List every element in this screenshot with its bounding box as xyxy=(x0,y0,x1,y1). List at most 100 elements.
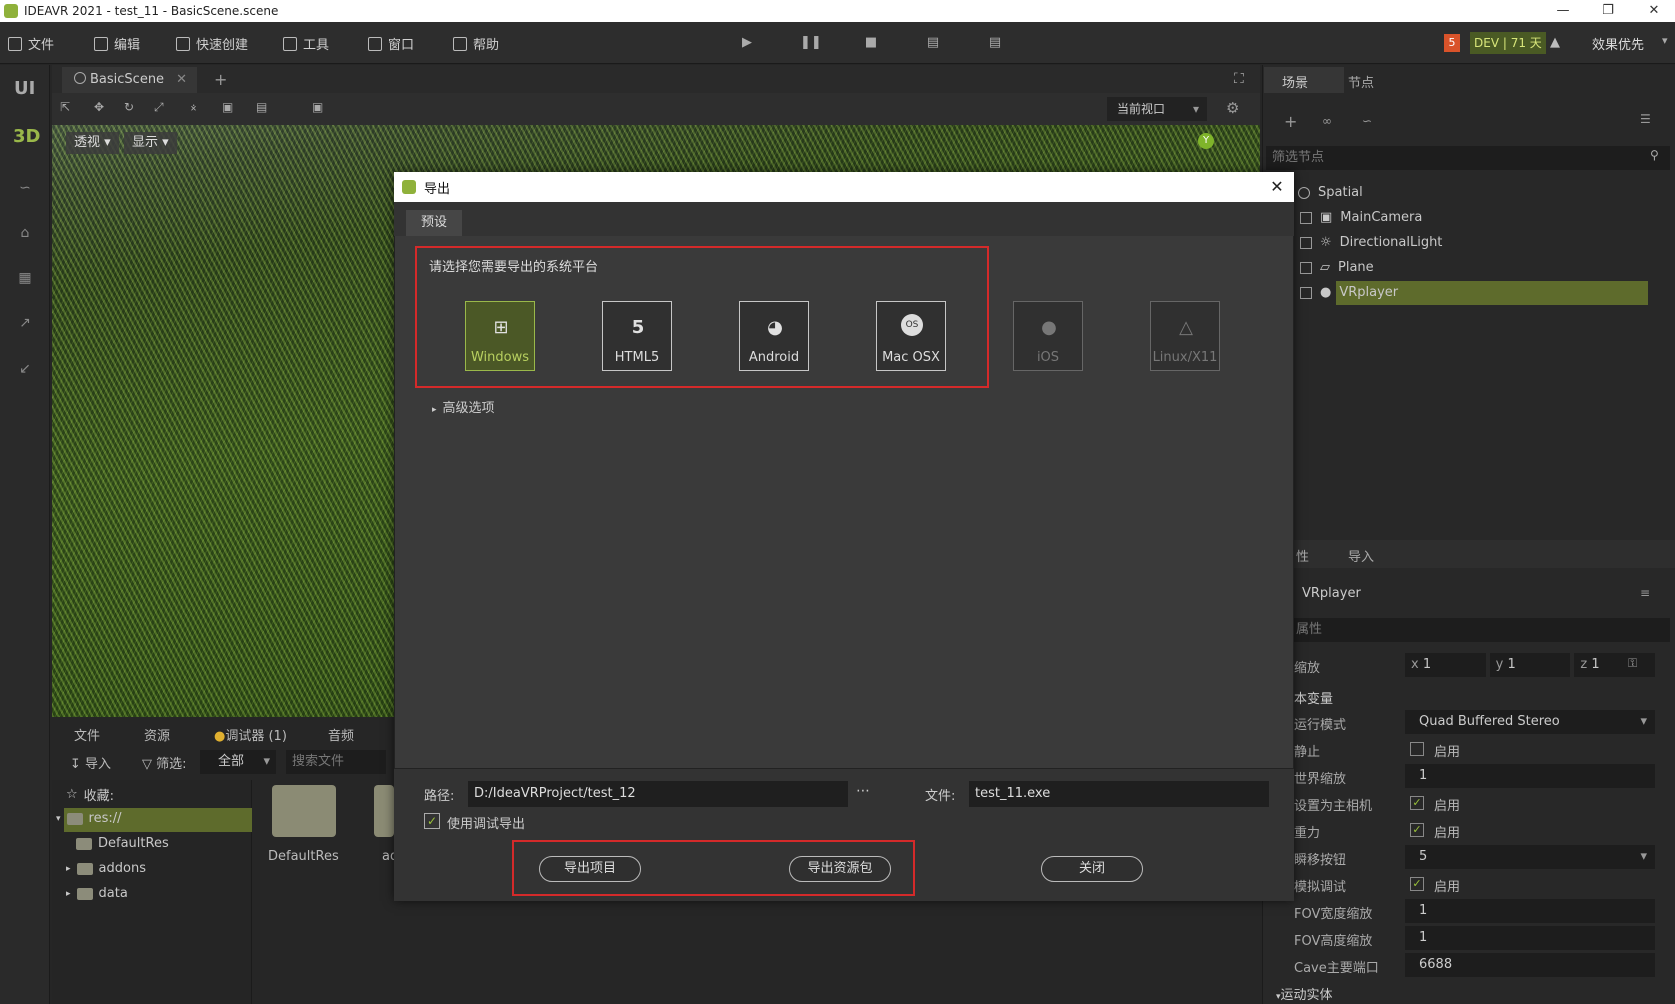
run-mode-select[interactable]: Quad Buffered Stereo ▾ xyxy=(1405,710,1655,734)
export-project-button[interactable]: 导出项目 xyxy=(539,856,641,882)
restore-icon[interactable]: ❐ xyxy=(1598,2,1618,20)
chevron-down-icon[interactable]: ▾ xyxy=(1662,34,1668,47)
export-pack-button[interactable]: 导出资源包 xyxy=(789,856,891,882)
fov-height-input[interactable]: 1 xyxy=(1405,926,1655,950)
settings-card-icon[interactable]: ▦ xyxy=(12,265,38,291)
add-tab-icon[interactable]: + xyxy=(214,70,227,89)
folder-icon[interactable] xyxy=(374,785,394,837)
ui-mode-tab[interactable]: UI xyxy=(14,78,35,99)
folder-icon[interactable] xyxy=(272,785,336,837)
tab-resources[interactable]: 资源 xyxy=(144,725,170,744)
node-spatial[interactable]: Spatial xyxy=(1298,185,1363,200)
node-directionallight[interactable]: ☼ DirectionalLight xyxy=(1300,235,1442,250)
motion-entity-section[interactable]: ▾运动实体 xyxy=(1276,984,1333,1003)
import-icon[interactable]: ↙ xyxy=(12,356,38,382)
3d-mode-tab[interactable]: 3D xyxy=(13,126,40,147)
teleport-button-select[interactable]: 5 ▾ xyxy=(1405,845,1655,869)
tab-preset[interactable]: 预设 xyxy=(406,210,462,236)
tab-audio[interactable]: 音频 xyxy=(328,725,354,744)
gizmo-y-axis-icon[interactable]: Y xyxy=(1198,133,1214,149)
filter-select[interactable]: 全部 ▾ xyxy=(200,750,276,774)
cave-port-input[interactable]: 6688 xyxy=(1405,953,1655,977)
export-path-input[interactable]: D:/IdeaVRProject/test_12 xyxy=(468,781,848,807)
world-scale-input[interactable]: 1 xyxy=(1405,764,1655,788)
layout-icon[interactable]: ▤ xyxy=(256,100,267,114)
browse-path-icon[interactable]: ⋯ xyxy=(853,781,873,807)
visibility-toggle[interactable] xyxy=(1300,286,1312,299)
tab-import[interactable]: 导入 xyxy=(1348,546,1374,565)
scene-tab[interactable]: BasicScene ✕ xyxy=(62,67,197,93)
fullscreen-icon[interactable]: ⛶ xyxy=(1234,71,1244,87)
add-node-icon[interactable]: + xyxy=(1284,112,1297,131)
play-icon[interactable]: ▶ xyxy=(738,34,756,52)
sliders-icon[interactable]: ≡ xyxy=(1640,586,1650,600)
local-space-icon[interactable]: ⨰ xyxy=(190,100,197,115)
quality-selector[interactable]: 效果优先 xyxy=(1592,34,1644,53)
close-button[interactable]: 关闭 xyxy=(1041,856,1143,882)
minimize-icon[interactable]: — xyxy=(1553,2,1573,20)
platform-windows-button[interactable]: ⊞ Windows xyxy=(465,301,535,371)
scale-z-input[interactable]: z 1 xyxy=(1574,653,1656,677)
link-icon[interactable]: ∞ xyxy=(1322,114,1332,128)
display-menu[interactable]: 显示 ▾ xyxy=(124,132,177,154)
scale-tool-icon[interactable]: ⤢ xyxy=(154,100,164,115)
menu-edit[interactable]: 编辑 xyxy=(94,34,140,53)
lock-icon[interactable]: ⚿ xyxy=(1628,656,1637,671)
visibility-toggle[interactable] xyxy=(1300,261,1312,274)
tab-inspector[interactable]: 性 xyxy=(1296,546,1309,565)
menu-tools[interactable]: 工具 xyxy=(283,34,329,53)
pause-icon[interactable]: ❚❚ xyxy=(800,34,822,52)
script-variables-section[interactable]: 本变量 xyxy=(1294,688,1333,707)
tab-node[interactable]: 节点 xyxy=(1348,72,1374,91)
play-custom-scene-icon[interactable]: ▤ xyxy=(986,34,1004,52)
visibility-toggle[interactable] xyxy=(1300,236,1312,249)
viewport-mode-select[interactable]: 当前视口 ▾ xyxy=(1107,97,1207,121)
close-window-icon[interactable]: ✕ xyxy=(1644,2,1664,20)
export-file-input[interactable]: test_11.exe xyxy=(969,781,1269,807)
tree-item-res[interactable]: ▾ res:// xyxy=(56,811,122,826)
menu-icon[interactable]: ☰ xyxy=(1640,112,1651,126)
scale-x-input[interactable]: x 1 xyxy=(1405,653,1486,677)
menu-window[interactable]: 窗口 xyxy=(368,34,414,53)
static-checkbox[interactable] xyxy=(1410,742,1424,756)
simulate-checkbox[interactable]: ✓ xyxy=(1410,877,1424,891)
node-maincamera[interactable]: ▣ MainCamera xyxy=(1300,210,1422,225)
node-vrplayer[interactable]: ● VRplayer xyxy=(1300,285,1398,300)
stop-icon[interactable]: ■ xyxy=(862,34,880,52)
tab-debugger[interactable]: ●调试器 (1) xyxy=(214,725,287,744)
advanced-options-toggle[interactable]: ▸ 高级选项 xyxy=(432,397,495,416)
camera-icon[interactable]: ▣ xyxy=(312,100,323,114)
tree-item-data[interactable]: ▸ data xyxy=(66,886,128,901)
debug-export-checkbox[interactable]: ✓ xyxy=(424,813,440,829)
close-tab-icon[interactable]: ✕ xyxy=(176,72,187,87)
menu-quick-create[interactable]: 快速创建 xyxy=(176,34,248,53)
path-icon[interactable]: ∽ xyxy=(12,175,38,201)
export-icon[interactable]: ↗ xyxy=(12,310,38,336)
menu-file[interactable]: 文件 xyxy=(8,34,54,53)
fov-width-input[interactable]: 1 xyxy=(1405,899,1655,923)
tree-item-addons[interactable]: ▸ addons xyxy=(66,861,146,876)
tree-item-defaultres[interactable]: DefaultRes xyxy=(76,836,169,851)
main-camera-checkbox[interactable]: ✓ xyxy=(1410,796,1424,810)
play-scene-icon[interactable]: ▤ xyxy=(924,34,942,52)
select-tool-icon[interactable]: ⇱ xyxy=(60,100,70,114)
graduation-cap-icon[interactable]: ▲ xyxy=(1550,35,1560,50)
rotate-tool-icon[interactable]: ↻ xyxy=(124,100,134,114)
property-filter-input[interactable]: 属性 xyxy=(1266,618,1670,642)
node-plane[interactable]: ▱ Plane xyxy=(1300,260,1374,275)
perspective-menu[interactable]: 透视 ▾ xyxy=(66,132,119,154)
visibility-toggle[interactable] xyxy=(1300,211,1312,224)
import-button[interactable]: ↧ 导入 xyxy=(70,753,111,772)
tab-files[interactable]: 文件 xyxy=(74,725,100,744)
node-filter-input[interactable]: 筛选节点 xyxy=(1266,146,1670,170)
scale-y-input[interactable]: y 1 xyxy=(1489,653,1571,677)
tab-scene[interactable]: 场景 xyxy=(1282,72,1308,91)
gravity-checkbox[interactable]: ✓ xyxy=(1410,823,1424,837)
move-tool-icon[interactable]: ✥ xyxy=(94,100,104,114)
store-icon[interactable]: ⌂ xyxy=(12,220,38,246)
menu-help[interactable]: 帮助 xyxy=(453,34,499,53)
platform-html5-button[interactable]: 5 HTML5 xyxy=(602,301,672,371)
platform-android-button[interactable]: ◕ Android xyxy=(739,301,809,371)
file-search-input[interactable]: 搜索文件 xyxy=(286,750,386,774)
dialog-close-icon[interactable]: ✕ xyxy=(1266,176,1288,198)
